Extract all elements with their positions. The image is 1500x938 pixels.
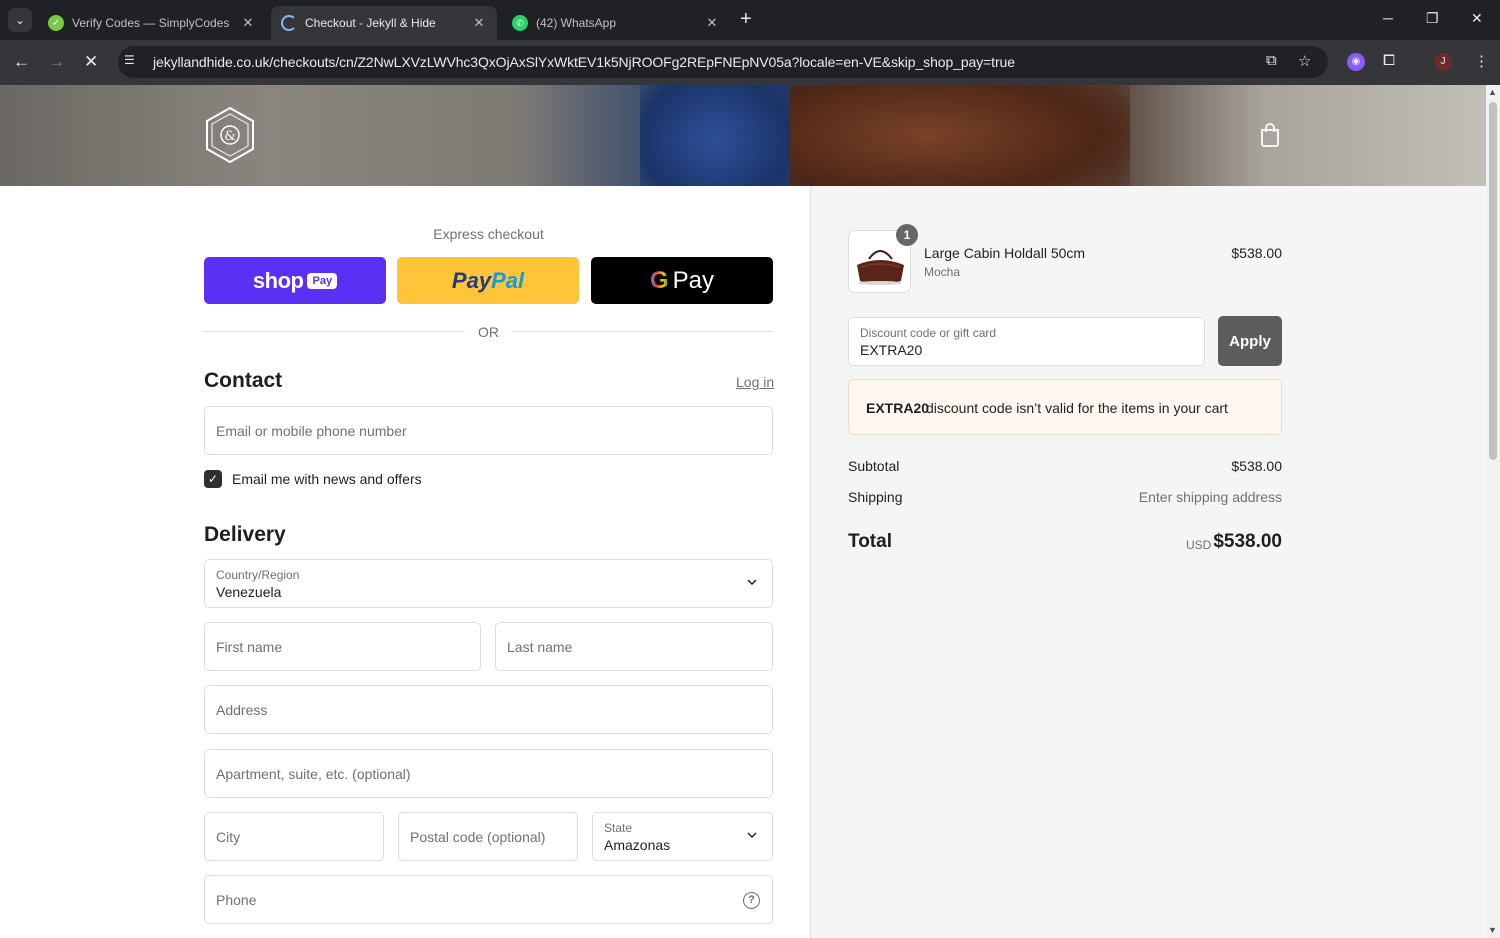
postal-code-field[interactable]: Postal code (optional): [398, 812, 578, 861]
chevron-down-icon: [747, 579, 757, 586]
paypal-wordmark-part2: Pal: [491, 267, 525, 293]
subtotal-label: Subtotal: [848, 458, 900, 474]
tab-search-button[interactable]: ⌄: [8, 8, 32, 32]
stop-loading-icon[interactable]: ✕: [84, 52, 98, 72]
country-select[interactable]: Country/Region Venezuela: [204, 559, 773, 608]
profile-avatar[interactable]: J: [1434, 53, 1452, 71]
url-text[interactable]: jekyllandhide.co.uk/checkouts/cn/Z2NwLXV…: [153, 54, 1015, 70]
total-value: $538.00: [1213, 531, 1282, 552]
translate-icon[interactable]: ⧉: [1266, 52, 1277, 69]
phone-field[interactable]: Phone ?: [204, 875, 773, 924]
minimize-icon[interactable]: ─: [1383, 10, 1393, 26]
site-info-icon[interactable]: ☰: [124, 53, 135, 67]
tab-title: Verify Codes — SimplyCodes: [72, 16, 230, 30]
extension-icon[interactable]: ◉: [1347, 53, 1365, 71]
extensions-puzzle-icon[interactable]: ⧠: [1383, 52, 1395, 69]
email-placeholder: Email or mobile phone number: [216, 423, 407, 439]
address-field[interactable]: Address: [204, 685, 773, 734]
total-label: Total: [848, 531, 892, 552]
delivery-heading: Delivery: [204, 523, 286, 546]
discount-code-field[interactable]: Discount code or gift card EXTRA20: [848, 317, 1205, 366]
forward-arrow-icon[interactable]: →: [48, 52, 65, 72]
product-name: Large Cabin Holdall 50cm: [924, 245, 1086, 261]
discount-value: EXTRA20: [860, 342, 923, 358]
email-field[interactable]: Email or mobile phone number: [204, 406, 773, 455]
address-placeholder: Address: [216, 702, 268, 718]
newsletter-label[interactable]: Email me with news and offers: [232, 471, 422, 487]
or-divider-label: OR: [478, 324, 499, 340]
scroll-down-arrow-icon[interactable]: ▼: [1488, 925, 1497, 935]
tab-whatsapp[interactable]: ✆ (42) WhatsApp ✕: [502, 6, 730, 40]
google-g-icon: G: [649, 266, 669, 294]
divider: [511, 331, 773, 332]
shop-pay-button[interactable]: shop Pay: [204, 257, 386, 304]
paypal-wordmark-part1: Pay: [451, 267, 492, 293]
subtotal-value: $538.00: [1231, 458, 1282, 474]
state-label: State: [604, 821, 633, 835]
product-variant: Mocha: [924, 265, 961, 279]
help-question-icon[interactable]: ?: [743, 892, 760, 909]
new-tab-button[interactable]: +: [740, 9, 752, 29]
tab-close-icon[interactable]: ✕: [704, 15, 720, 31]
error-discount-code: EXTRA20: [866, 400, 930, 416]
loading-spinner-icon: [281, 15, 297, 31]
bookmark-star-icon[interactable]: ☆: [1298, 52, 1311, 70]
simplycodes-favicon-icon: ✓: [48, 15, 64, 31]
tab-title: (42) WhatsApp: [536, 16, 617, 30]
chevron-down-icon: [747, 832, 757, 839]
first-name-placeholder: First name: [216, 639, 283, 655]
scroll-up-arrow-icon[interactable]: ▲: [1488, 87, 1497, 97]
whatsapp-favicon-icon: ✆: [512, 15, 528, 31]
state-select[interactable]: State Amazonas: [592, 812, 773, 861]
shipping-label: Shipping: [848, 489, 903, 505]
discount-label: Discount code or gift card: [860, 326, 997, 340]
google-pay-wordmark: Pay: [672, 266, 715, 294]
tab-checkout[interactable]: Checkout - Jekyll & Hide ✕: [271, 6, 497, 40]
last-name-placeholder: Last name: [507, 639, 573, 655]
back-arrow-icon[interactable]: ←: [13, 52, 30, 72]
contact-heading: Contact: [204, 369, 283, 392]
tab-title: Checkout - Jekyll & Hide: [305, 16, 436, 30]
apartment-field[interactable]: Apartment, suite, etc. (optional): [204, 749, 773, 798]
country-value: Venezuela: [216, 584, 282, 600]
state-value: Amazonas: [604, 837, 671, 853]
banner-photo-detail: [790, 85, 1130, 186]
product-price: $538.00: [1231, 245, 1282, 261]
banner-photo-detail: [640, 85, 790, 186]
shipping-value: Enter shipping address: [1138, 489, 1282, 505]
error-message: discount code isn’t valid for the items …: [926, 400, 1228, 416]
close-window-icon[interactable]: ✕: [1471, 10, 1483, 27]
restore-icon[interactable]: ❐: [1426, 10, 1439, 27]
shop-pay-badge: Pay: [307, 272, 338, 289]
tab-simplycodes[interactable]: ✓ Verify Codes — SimplyCodes ✕: [38, 6, 266, 40]
order-summary-panel: [810, 186, 1486, 938]
apply-discount-button[interactable]: Apply: [1218, 316, 1282, 366]
discount-error-banner: EXTRA20 discount code isn’t valid for th…: [848, 379, 1282, 435]
phone-placeholder: Phone: [216, 892, 257, 908]
more-menu-icon[interactable]: ⋮: [1474, 52, 1489, 70]
tab-close-icon[interactable]: ✕: [240, 15, 256, 31]
tab-close-icon[interactable]: ✕: [471, 15, 487, 31]
google-pay-button[interactable]: G Pay: [591, 257, 773, 304]
city-placeholder: City: [216, 829, 241, 845]
svg-text:&: &: [224, 129, 236, 144]
newsletter-checkbox[interactable]: ✓: [204, 470, 222, 488]
shopping-bag-icon[interactable]: [1259, 123, 1281, 147]
log-in-link[interactable]: Log in: [736, 374, 774, 390]
paypal-wordmark: PayPal: [452, 268, 524, 294]
browser-tab-bar: ⌄ ✓ Verify Codes — SimplyCodes ✕ Checkou…: [0, 0, 1500, 40]
first-name-field[interactable]: First name: [204, 622, 481, 671]
divider: [204, 331, 465, 332]
postal-code-placeholder: Postal code (optional): [410, 829, 546, 845]
quantity-badge: 1: [896, 224, 918, 246]
paypal-button[interactable]: PayPal: [397, 257, 579, 304]
scrollbar-thumb[interactable]: [1489, 102, 1497, 460]
apartment-placeholder: Apartment, suite, etc. (optional): [216, 766, 411, 782]
shop-pay-wordmark: shop: [252, 267, 304, 293]
city-field[interactable]: City: [204, 812, 384, 861]
express-checkout-label: Express checkout: [433, 226, 544, 242]
jekyll-hide-logo[interactable]: &: [203, 106, 257, 164]
last-name-field[interactable]: Last name: [495, 622, 773, 671]
country-label: Country/Region: [216, 568, 300, 582]
